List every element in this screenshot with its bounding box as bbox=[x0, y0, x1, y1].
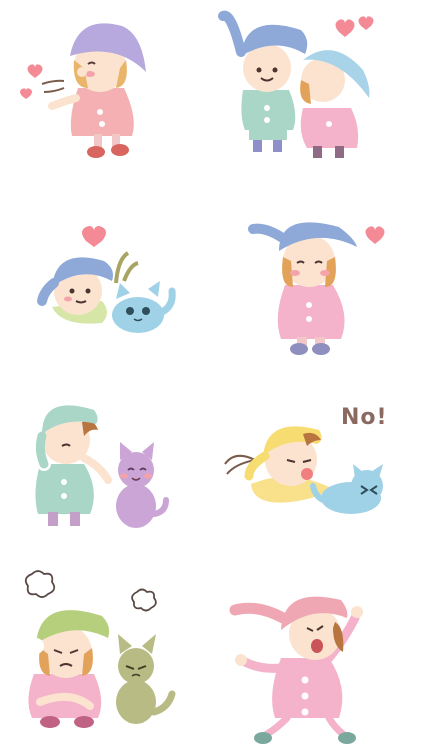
shouting-girl-illustration bbox=[225, 596, 363, 744]
sticker-shouting-girl[interactable] bbox=[211, 562, 422, 750]
sticker-boy-cat-refusing[interactable]: No! bbox=[211, 374, 422, 562]
shy-girl-love-illustration bbox=[245, 221, 385, 355]
heart-icon bbox=[365, 226, 385, 244]
sticker-cheek-kiss[interactable] bbox=[211, 0, 422, 187]
anger-puff-icon bbox=[131, 588, 157, 612]
boy-with-cat-love-illustration bbox=[34, 226, 176, 333]
heart-icon bbox=[27, 64, 43, 78]
anger-puff-icon bbox=[24, 570, 56, 598]
sticker-boy-petting-cat[interactable] bbox=[0, 374, 211, 562]
sticker-shy-girl-love[interactable] bbox=[211, 187, 422, 374]
boy-petting-cat-illustration bbox=[35, 405, 169, 528]
blowing-kiss-illustration bbox=[20, 23, 146, 158]
heart-icon bbox=[82, 226, 106, 247]
caption-no: No! bbox=[341, 405, 388, 430]
heart-icon bbox=[20, 88, 32, 99]
heart-icon bbox=[335, 19, 355, 37]
heart-icon bbox=[358, 16, 374, 30]
angry-girl-with-cat-illustration bbox=[24, 570, 176, 728]
sticker-boy-with-cat-love[interactable] bbox=[0, 187, 211, 374]
boy-cat-refusing-illustration: No! bbox=[224, 405, 388, 514]
sticker-blowing-kiss[interactable] bbox=[0, 0, 211, 187]
cheek-kiss-illustration bbox=[217, 8, 378, 158]
sticker-angry-girl-with-cat[interactable] bbox=[0, 562, 211, 750]
sticker-grid: No! bbox=[0, 0, 422, 750]
